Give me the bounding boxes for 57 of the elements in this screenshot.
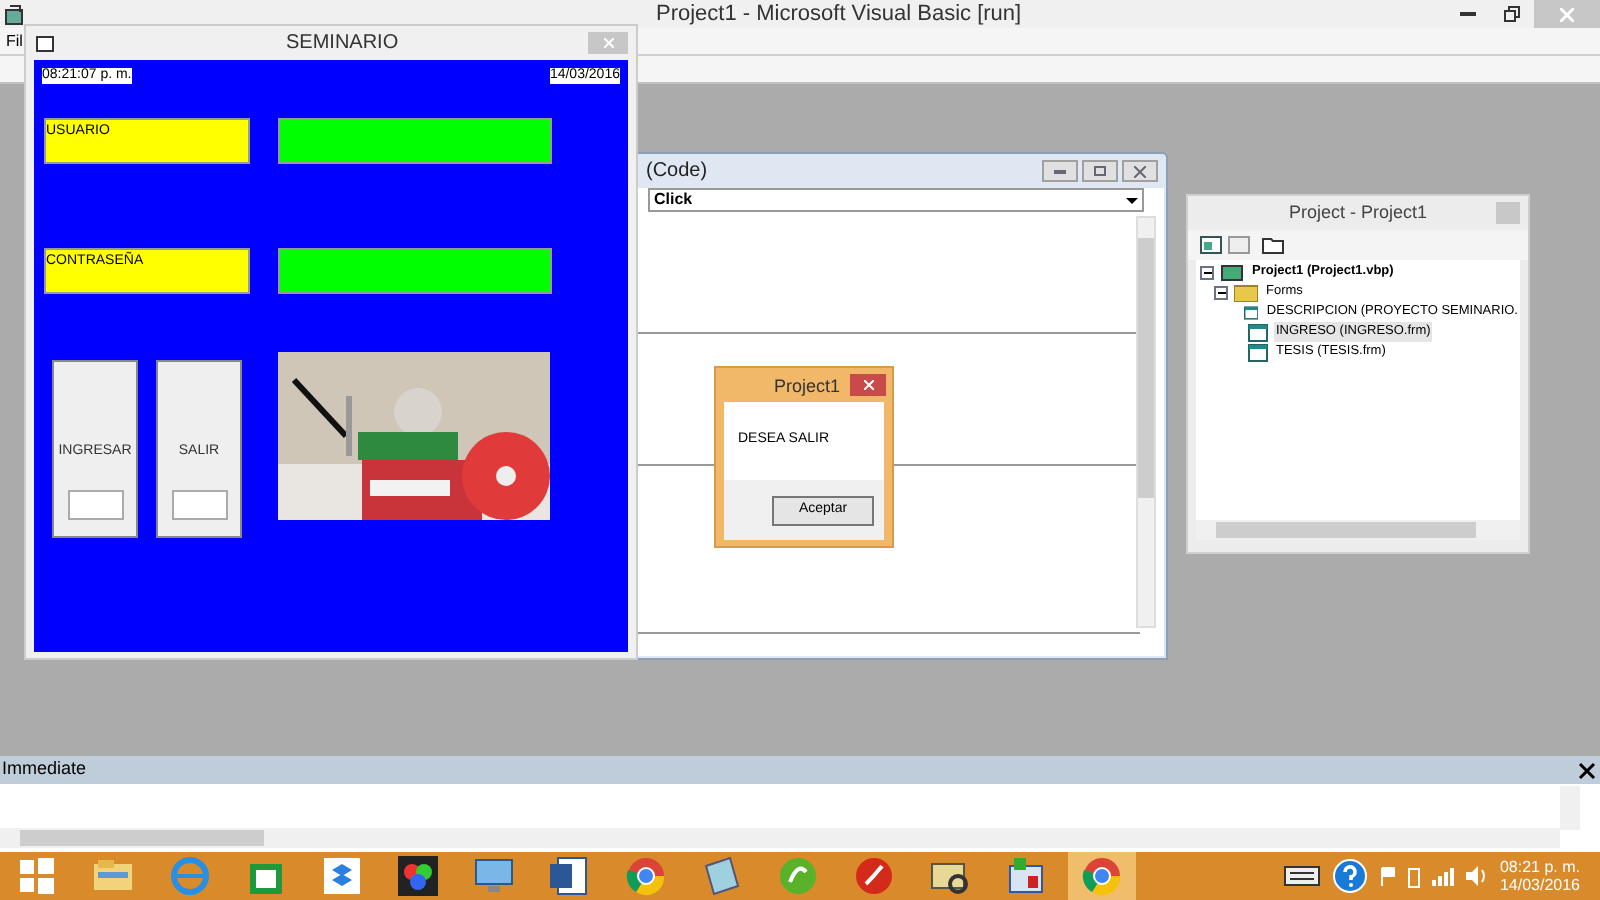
- form-icon: [1248, 343, 1268, 361]
- close-icon: [863, 380, 873, 390]
- panel-title: Immediate: [2, 756, 87, 783]
- vertical-scrollbar[interactable]: [1136, 216, 1156, 628]
- input-field[interactable]: [278, 248, 552, 294]
- collapse-icon[interactable]: [1214, 285, 1228, 299]
- input-field[interactable]: [67, 489, 123, 519]
- folder-icon: [1234, 283, 1258, 301]
- maximize-button[interactable]: [1082, 160, 1118, 182]
- window-title: (Code): [646, 158, 708, 186]
- project-icon: [1220, 262, 1244, 282]
- window-title: Project1 - Microsoft Visual Basic [run]: [656, 0, 1022, 28]
- form-icon: [1248, 323, 1268, 341]
- close-button[interactable]: [1574, 758, 1598, 782]
- dialog-title: Project1: [774, 374, 841, 400]
- signal-icon[interactable]: [1431, 867, 1454, 885]
- box-icon: [320, 854, 364, 898]
- monitor-icon: [472, 854, 516, 898]
- collapse-icon[interactable]: [1200, 265, 1214, 279]
- window-title: SEMINARIO: [286, 30, 399, 58]
- clock-time: 08:21 p. m.: [1499, 858, 1580, 876]
- form-icon: [36, 35, 54, 51]
- battery-icon[interactable]: [1407, 865, 1420, 887]
- minimize-icon: [1460, 12, 1476, 16]
- swirl-circle-icon: [776, 854, 820, 898]
- close-icon: [1134, 165, 1146, 177]
- minimize-icon: [1054, 169, 1066, 173]
- clock-date: 14/03/2016: [1499, 876, 1580, 894]
- chrome-icon: [1080, 854, 1124, 898]
- dropdown-arrow-icon: [1124, 192, 1140, 208]
- app-icon: [4, 3, 26, 25]
- flag-icon[interactable]: [1379, 866, 1396, 886]
- maximize-icon: [1094, 166, 1106, 176]
- help-icon[interactable]: [1331, 858, 1368, 894]
- slash-circle-icon: [852, 854, 896, 898]
- globe-icon: [168, 854, 212, 898]
- mosaic-icon: [396, 854, 440, 898]
- close-icon: [1560, 7, 1574, 21]
- windows-icon: [16, 854, 60, 898]
- restore-icon: [1504, 6, 1520, 22]
- procedure-dropdown[interactable]: Click: [648, 188, 1144, 212]
- volume-icon[interactable]: [1465, 866, 1488, 886]
- menu-item[interactable]: Fil: [6, 29, 23, 53]
- chrome-icon: [624, 854, 668, 898]
- close-icon: [603, 38, 613, 48]
- window-title: Project - Project1: [1288, 199, 1428, 226]
- vertical-scrollbar[interactable]: [1560, 786, 1580, 830]
- view-code-icon[interactable]: [1200, 236, 1222, 254]
- folder-icon[interactable]: [1262, 236, 1284, 254]
- document-icon: [548, 854, 592, 898]
- keyboard-icon[interactable]: [1283, 866, 1320, 886]
- horizontal-scrollbar[interactable]: [1196, 520, 1520, 540]
- close-icon: [1577, 761, 1595, 779]
- horizontal-scrollbar[interactable]: [0, 828, 1560, 848]
- window-stack-icon: [1004, 854, 1048, 898]
- input-field[interactable]: [278, 118, 552, 164]
- input-field[interactable]: [171, 489, 227, 519]
